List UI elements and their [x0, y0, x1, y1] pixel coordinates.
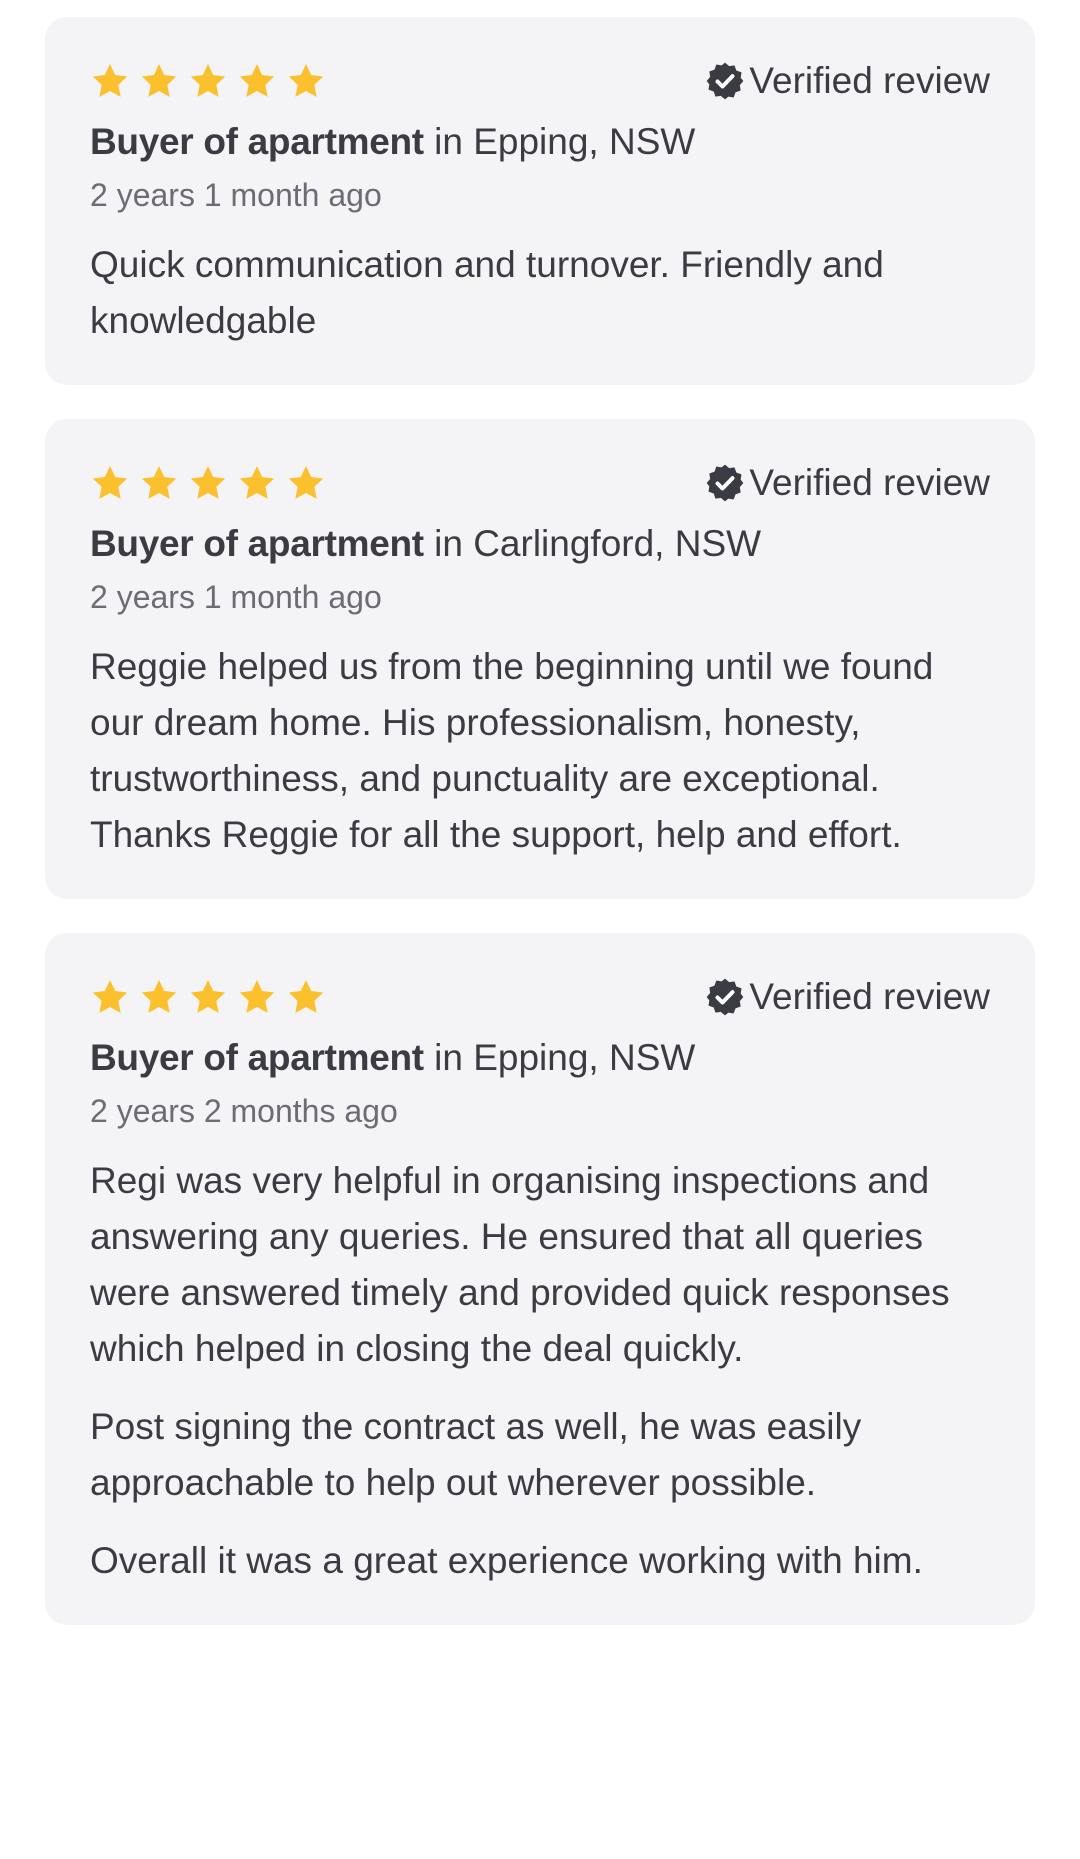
review-date: 2 years 2 months ago [90, 1093, 398, 1129]
reviewer-role: Buyer of apartment [90, 523, 424, 564]
review-paragraph: Reggie helped us from the beginning unti… [90, 646, 934, 855]
reviewer-location: in Epping, NSW [423, 1037, 696, 1078]
review-header: Verified review [90, 55, 990, 107]
review-card: Verified review Buyer of apartment in Ca… [45, 419, 1035, 899]
star-icon [90, 61, 130, 101]
star-rating [90, 61, 326, 101]
review-header: Verified review [90, 971, 990, 1023]
star-icon [90, 977, 130, 1017]
star-icon [237, 977, 277, 1017]
review-body: Regi was very helpful in organising insp… [90, 1153, 990, 1589]
review-paragraph: Overall it was a great experience workin… [90, 1540, 923, 1581]
star-icon [139, 463, 179, 503]
review-body: Reggie helped us from the beginning unti… [90, 639, 990, 863]
star-icon [139, 61, 179, 101]
star-icon [237, 61, 277, 101]
review-date: 2 years 1 month ago [90, 177, 382, 213]
verified-review-badge: Verified review [705, 976, 990, 1018]
star-icon [286, 61, 326, 101]
star-rating [90, 463, 326, 503]
verified-review-label: Verified review [749, 60, 990, 101]
reviewer-info: Buyer of apartment in Epping, NSW [90, 1035, 990, 1081]
star-icon [188, 977, 228, 1017]
reviews-list: Verified review Buyer of apartment in Ep… [45, 17, 1035, 1659]
review-date: 2 years 1 month ago [90, 579, 382, 615]
star-icon [286, 977, 326, 1017]
star-icon [90, 463, 130, 503]
star-icon [188, 463, 228, 503]
star-icon [188, 61, 228, 101]
star-icon [237, 463, 277, 503]
verified-review-badge: Verified review [705, 462, 990, 504]
verified-badge-icon [705, 977, 745, 1017]
star-rating [90, 977, 326, 1017]
verified-badge-icon [705, 463, 745, 503]
reviewer-info: Buyer of apartment in Carlingford, NSW [90, 521, 990, 567]
verified-badge-icon [705, 61, 745, 101]
reviewer-role: Buyer of apartment [90, 121, 424, 162]
review-header: Verified review [90, 457, 990, 509]
reviewer-location: in Carlingford, NSW [423, 523, 762, 564]
review-card: Verified review Buyer of apartment in Ep… [45, 933, 1035, 1625]
verified-review-badge: Verified review [705, 60, 990, 102]
star-icon [286, 463, 326, 503]
reviewer-role: Buyer of apartment [90, 1037, 424, 1078]
review-paragraph: Quick communication and turnover. Friend… [90, 244, 884, 341]
verified-review-label: Verified review [749, 462, 990, 503]
reviewer-location: in Epping, NSW [423, 121, 696, 162]
review-paragraph: Regi was very helpful in organising insp… [90, 1160, 950, 1369]
review-card: Verified review Buyer of apartment in Ep… [45, 17, 1035, 385]
verified-review-label: Verified review [749, 976, 990, 1017]
reviewer-info: Buyer of apartment in Epping, NSW [90, 119, 990, 165]
review-body: Quick communication and turnover. Friend… [90, 237, 990, 349]
star-icon [139, 977, 179, 1017]
review-paragraph: Post signing the contract as well, he wa… [90, 1406, 862, 1503]
